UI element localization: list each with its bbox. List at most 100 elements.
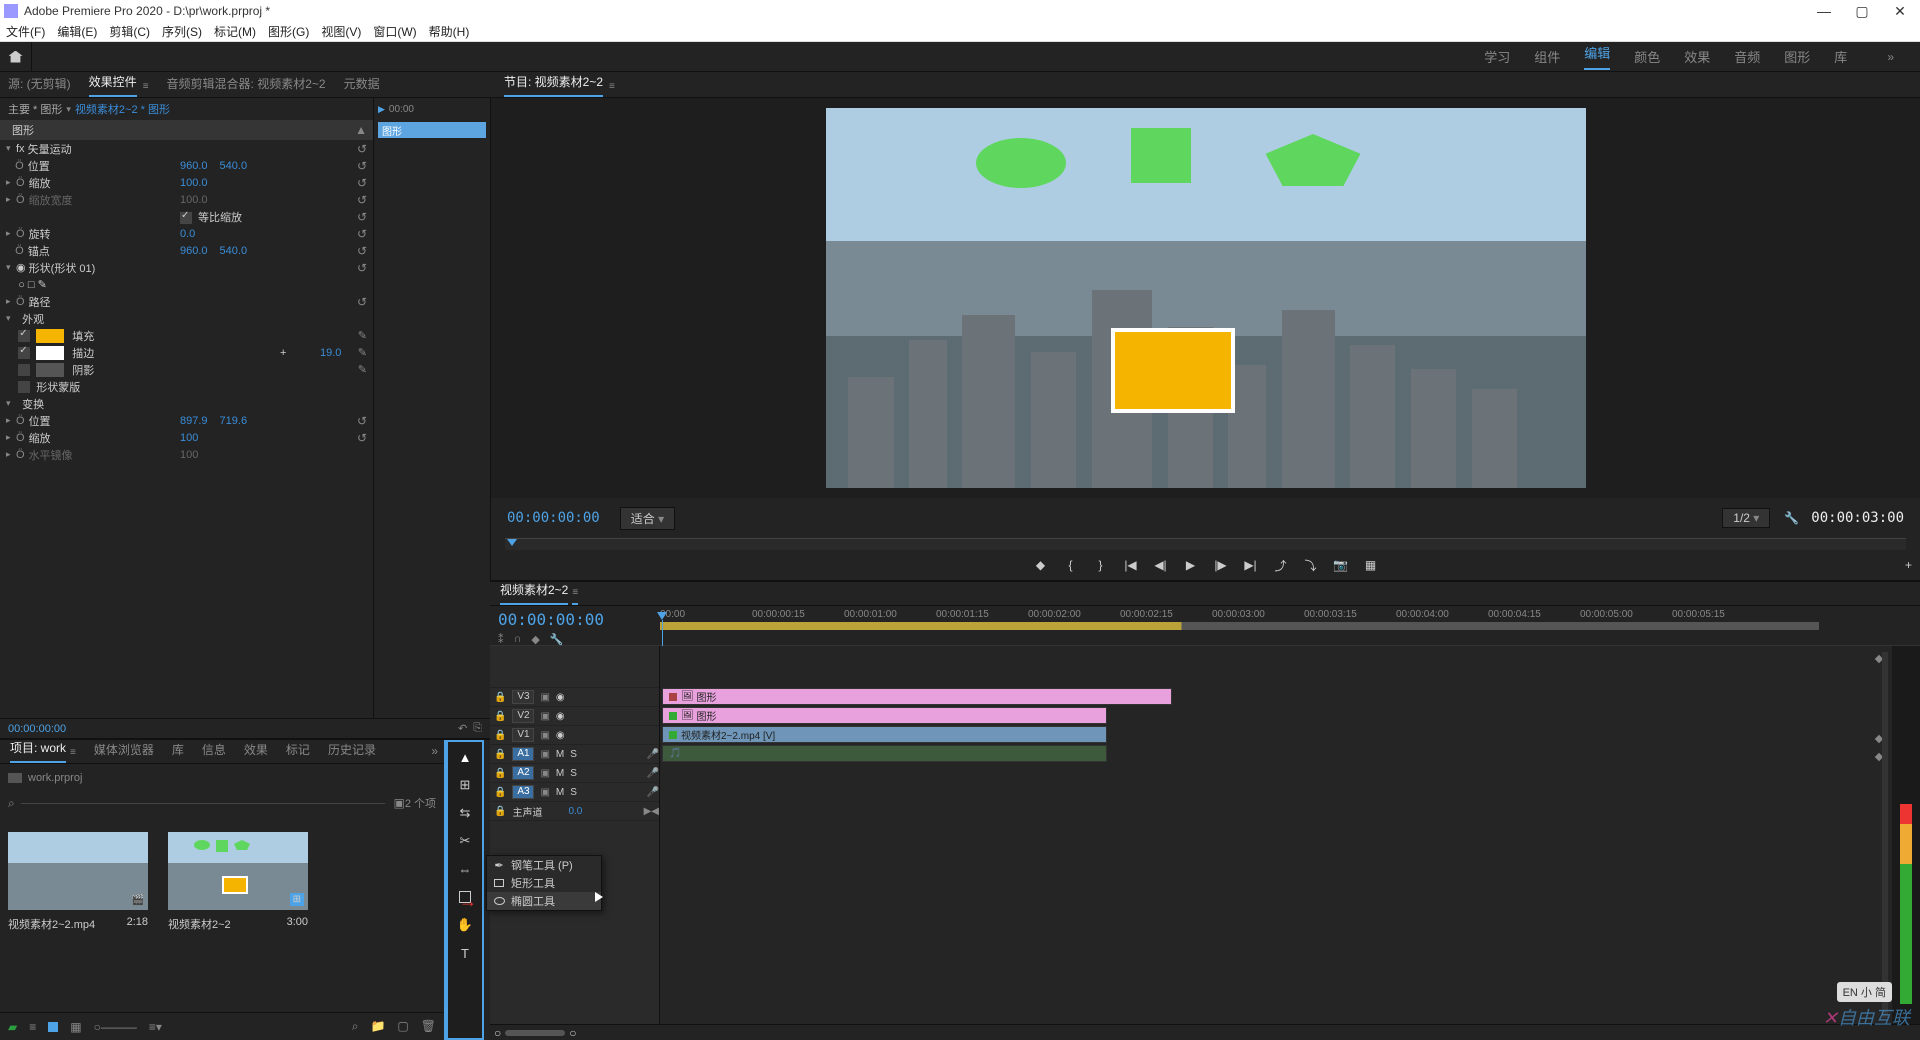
program-scrubber[interactable] (505, 538, 1906, 550)
tracks-area[interactable]: 🖼 图形 🖼 图形 视频素材2~2.mp4 [V] 🎵 (660, 646, 1892, 1024)
menu-marker[interactable]: 标记(M) (214, 23, 256, 40)
clip-v3[interactable]: 🖼 图形 (662, 688, 1172, 705)
program-timecode[interactable]: 00:00:00:00 (507, 510, 600, 526)
prop-t-position[interactable]: ▸Ö位置897.9719.6↺ (0, 412, 373, 429)
track-a2[interactable]: 🔒A2▣MS🎤 (490, 764, 659, 783)
maximize-button[interactable]: ▢ (1852, 3, 1872, 20)
menu-sequence[interactable]: 序列(S) (162, 23, 202, 40)
tab-metadata[interactable]: 元数据 (344, 75, 380, 97)
menu-window[interactable]: 窗口(W) (373, 23, 416, 40)
prop-uniform[interactable]: 等比缩放↺ (0, 208, 373, 225)
prop-t-scale[interactable]: ▸Ö缩放100↺ (0, 429, 373, 446)
program-preview[interactable] (826, 108, 1586, 488)
prop-position[interactable]: Ö位置960.0540.0↺ (0, 157, 373, 174)
track-v2[interactable]: 🔒V2▣◉ (490, 707, 659, 726)
step-fwd-button[interactable]: |▶ (1213, 558, 1229, 572)
selection-tool[interactable]: ▲ (456, 748, 474, 766)
prop-shape[interactable]: ▾◉ 形状(形状 01)↺ (0, 259, 373, 276)
prop-fill[interactable]: 填充✎ (0, 327, 373, 344)
timeline-zoom-scroll[interactable]: ○○ (490, 1024, 1920, 1040)
ec-pin-icon[interactable]: ⎘ (473, 722, 482, 735)
project-tabs-overflow[interactable]: » (431, 744, 438, 763)
freeform-view-icon[interactable]: ▦ (70, 1020, 81, 1034)
list-view-icon[interactable]: ≡ (29, 1020, 36, 1034)
project-item-2[interactable]: ⊞ 视频素材2~23:00 (168, 832, 308, 932)
settings-icon[interactable]: 🔧 (1784, 511, 1799, 525)
ws-assembly[interactable]: 组件 (1534, 47, 1560, 66)
shape-rect-yellow[interactable] (1111, 328, 1235, 413)
sort-icon[interactable]: ≡▾ (149, 1020, 162, 1034)
prop-anchor[interactable]: Ö锚点960.0540.0↺ (0, 242, 373, 259)
clip-v1[interactable]: 视频素材2~2.mp4 [V] (662, 726, 1107, 743)
effect-controls-timeline[interactable]: ▶00:00 图形 (374, 98, 490, 718)
type-tool[interactable]: T (456, 944, 474, 962)
tab-media-browser[interactable]: 媒体浏览器 (94, 741, 154, 763)
tab-info[interactable]: 信息 (202, 741, 226, 763)
prop-transform[interactable]: ▾ 变换 (0, 395, 373, 412)
goto-out-button[interactable]: ▶| (1243, 558, 1259, 572)
tl-v-scrollbar[interactable] (1882, 652, 1888, 1018)
ws-audio[interactable]: 音频 (1734, 47, 1760, 66)
hand-tool[interactable]: ✋ (456, 916, 474, 934)
prop-scale[interactable]: ▸Ö缩放100.0↺ (0, 174, 373, 191)
prop-appearance[interactable]: ▾ 外观 (0, 310, 373, 327)
timeline-timecode[interactable]: 00:00:00:00 (498, 610, 652, 629)
prop-stroke[interactable]: 描边+19.0✎ (0, 344, 373, 361)
flyout-ellipse[interactable]: 椭圆工具 (487, 892, 601, 910)
comparison-button[interactable]: ▦ (1363, 558, 1379, 572)
tab-effects[interactable]: 效果 (244, 741, 268, 763)
prop-vector-motion[interactable]: ▾fx 矢量运动↺ (0, 140, 373, 157)
step-back-button[interactable]: ◀| (1153, 558, 1169, 572)
trash-icon[interactable]: 🗑 (421, 1019, 436, 1034)
menu-help[interactable]: 帮助(H) (429, 23, 470, 40)
button-editor[interactable]: + (1905, 558, 1912, 572)
razor-tool[interactable]: ✂ (456, 832, 474, 850)
minimize-button[interactable]: — (1814, 3, 1834, 20)
ws-library[interactable]: 库 (1834, 47, 1847, 66)
track-select-tool[interactable]: ⊞ (456, 776, 474, 794)
ws-graphics[interactable]: 图形 (1784, 47, 1810, 66)
ws-learn[interactable]: 学习 (1484, 47, 1510, 66)
menu-clip[interactable]: 剪辑(C) (109, 23, 150, 40)
snap-icon[interactable]: ⁑ (498, 633, 504, 646)
ec-timecode[interactable]: 00:00:00:00 (8, 723, 66, 735)
export-frame-button[interactable]: 📷 (1333, 558, 1349, 572)
menu-graphic[interactable]: 图形(G) (268, 23, 309, 40)
clip-a1[interactable]: 🎵 (662, 745, 1107, 762)
stroke-color-swatch[interactable] (36, 346, 64, 360)
tab-markers[interactable]: 标记 (286, 741, 310, 763)
tab-program[interactable]: 节目: 视频素材2~2 (504, 73, 603, 97)
tab-effect-controls-menu[interactable]: ≡ (143, 81, 149, 97)
ws-color[interactable]: 颜色 (1634, 47, 1660, 66)
close-button[interactable]: ✕ (1890, 3, 1910, 20)
ec-zoom-icon[interactable]: ↶ (458, 722, 467, 735)
project-item-1[interactable]: 🎬 视频素材2~2.mp42:18 (8, 832, 148, 932)
link-icon[interactable]: ∩ (514, 633, 522, 646)
track-v3[interactable]: 🔒V3▣◉ (490, 688, 659, 707)
prop-path[interactable]: ▸Ö路径↺ (0, 293, 373, 310)
tab-effect-controls[interactable]: 效果控件 (89, 73, 137, 97)
flyout-pen[interactable]: ✒钢笔工具 (P) (487, 856, 601, 874)
new-bin-icon[interactable]: 📁 (370, 1019, 385, 1034)
ripple-edit-tool[interactable]: ⇆ (456, 804, 474, 822)
prop-rotation[interactable]: ▸Ö旋转0.0↺ (0, 225, 373, 242)
playhead-icon[interactable] (507, 539, 517, 546)
filter-icon[interactable]: ▣ (393, 796, 404, 810)
workspace-overflow[interactable]: » (1887, 50, 1894, 64)
extract-button[interactable]: ⤵ (1303, 557, 1319, 574)
find-icon[interactable]: ⌕ (352, 1019, 359, 1034)
fill-color-swatch[interactable] (36, 329, 64, 343)
marker-icon[interactable]: ◆ (531, 633, 539, 646)
track-v1[interactable]: 🔒V1▣◉ (490, 726, 659, 745)
flyout-rect[interactable]: 矩形工具 (487, 874, 601, 892)
slip-tool[interactable]: ⇔ (456, 860, 474, 878)
home-button[interactable] (0, 42, 32, 72)
tab-library[interactable]: 库 (172, 741, 184, 763)
prop-mask[interactable]: 形状蒙版 (0, 378, 373, 395)
track-a3[interactable]: 🔒A3▣MS🎤 (490, 783, 659, 802)
menu-view[interactable]: 视图(V) (321, 23, 361, 40)
tl-settings-icon[interactable]: 🔧 (550, 633, 564, 646)
goto-in-button[interactable]: |◀ (1123, 558, 1139, 572)
tab-sequence[interactable]: 视频素材2~2 (500, 581, 568, 605)
menu-edit[interactable]: 编辑(E) (57, 23, 97, 40)
